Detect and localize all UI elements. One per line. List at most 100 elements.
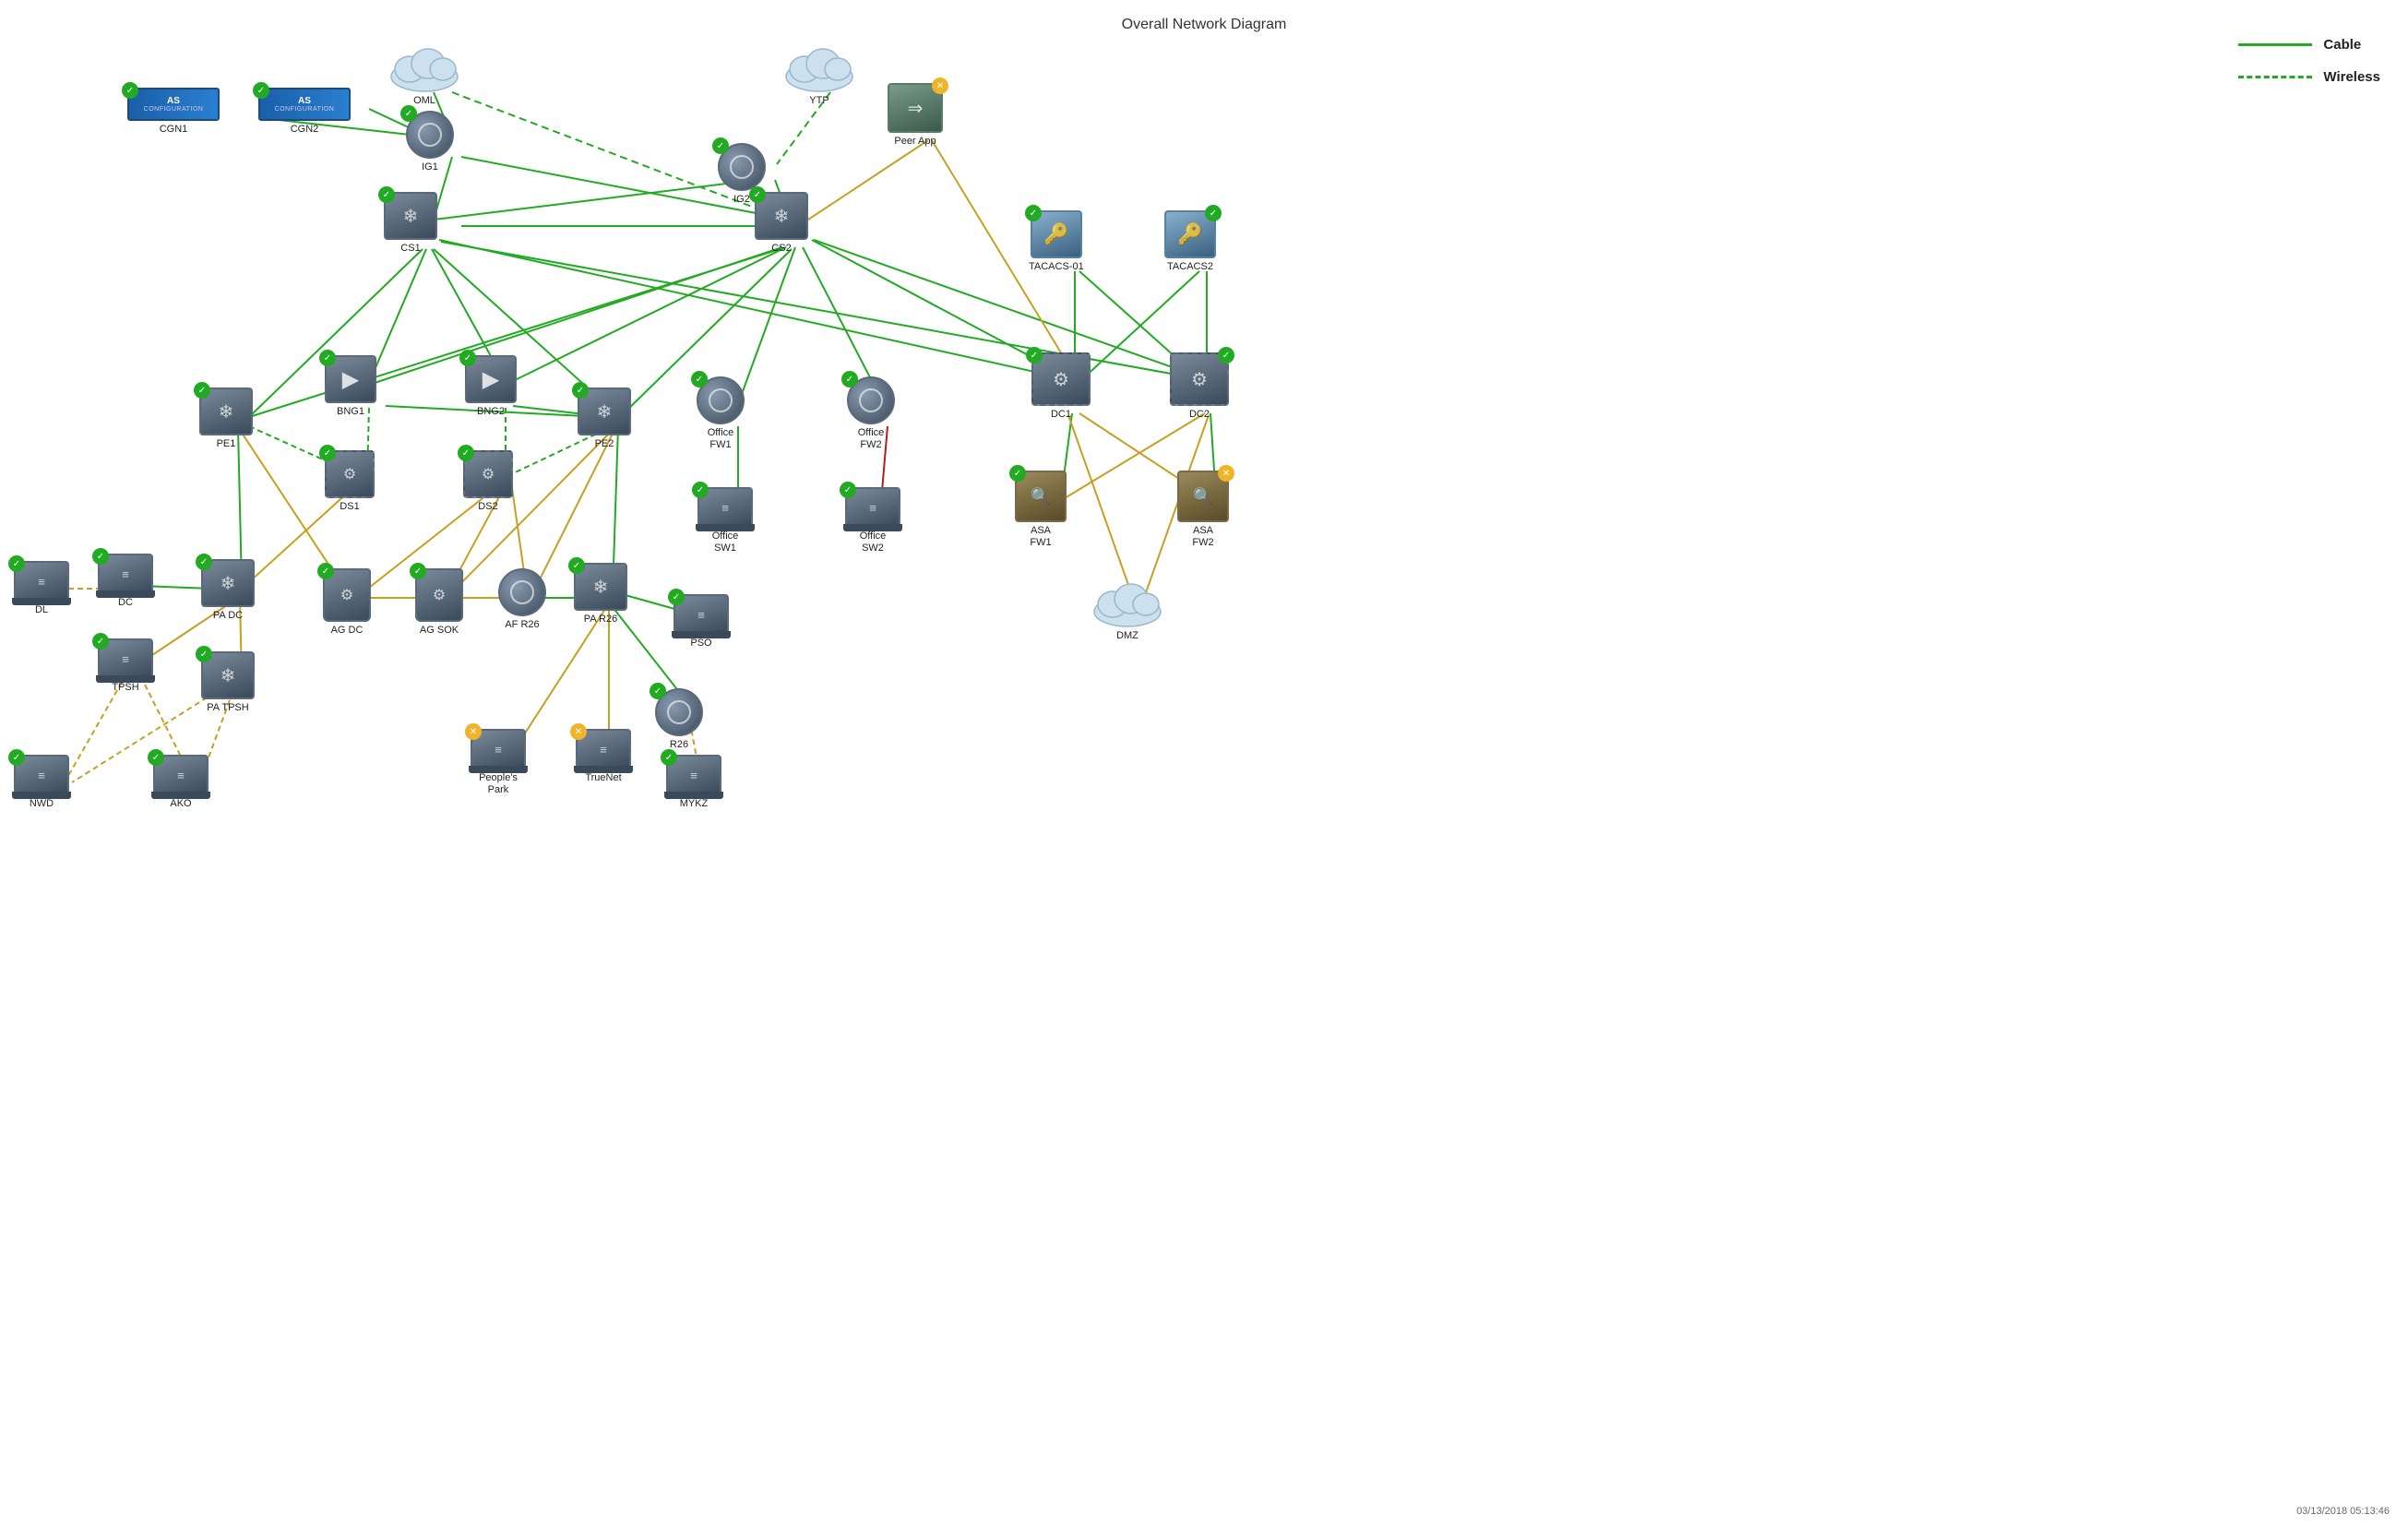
node-cgn1: ✓ AS CONFIGURATION CGN1	[127, 88, 220, 136]
ds2-status: ✓	[458, 445, 474, 461]
tacacs01-label: TACACS-01	[1029, 261, 1084, 273]
pa-dc-label: PA DC	[213, 610, 243, 622]
cgn2-icon: AS CONFIGURATION	[258, 88, 351, 121]
pe1-status: ✓	[194, 382, 210, 399]
office-fw1-label: OfficeFW1	[708, 427, 734, 451]
office-sw2-status: ✓	[840, 482, 856, 498]
ig1-label: IG1	[422, 161, 438, 173]
dc-status: ✓	[92, 548, 109, 565]
asa-fw1-status: ✓	[1009, 465, 1026, 482]
legend: Cable Wireless	[2238, 37, 2380, 85]
node-cs2: ✓ ❄ CS2	[755, 192, 808, 255]
tacacs2-status: ✓	[1205, 205, 1222, 221]
node-peer-app: ✕ ⇒ Peer App	[888, 83, 943, 148]
bng1-label: BNG1	[337, 406, 364, 418]
node-truenet: ✕ ≡ TrueNet	[576, 729, 631, 784]
mykz-status: ✓	[661, 749, 677, 766]
cable-line-icon	[2238, 43, 2312, 46]
pso-status: ✓	[668, 589, 685, 605]
node-pe2: ✓ ❄ PE2	[578, 387, 631, 450]
asa-fw1-label: ASAFW1	[1030, 525, 1051, 549]
dc2-status: ✓	[1218, 347, 1234, 364]
node-office-sw2: ✓ ≡ OfficeSW2	[845, 487, 900, 554]
node-asa-fw2: ✕ 🔍 ASAFW2	[1177, 471, 1229, 549]
pe1-label: PE1	[217, 438, 236, 450]
node-oml: OML	[387, 42, 461, 107]
node-bng1: ✓ ▶ BNG1	[325, 355, 376, 418]
cs2-status: ✓	[749, 186, 766, 203]
office-sw1-status: ✓	[692, 482, 709, 498]
office-fw1-status: ✓	[691, 371, 708, 387]
node-pa-r26: ✓ ❄ PA R26	[574, 563, 627, 626]
node-office-sw1: ✓ ≡ OfficeSW1	[697, 487, 753, 554]
node-cgn2: ✓ AS CONFIGURATION CGN2	[258, 88, 351, 136]
cgn2-status: ✓	[253, 82, 269, 99]
node-tacacs2: ✓ 🔑 TACACS2	[1164, 210, 1216, 273]
office-fw2-label: OfficeFW2	[858, 427, 885, 451]
node-asa-fw1: ✓ 🔍 ASAFW1	[1015, 471, 1067, 549]
af-r26-label: AF R26	[505, 619, 539, 631]
legend-wireless: Wireless	[2238, 69, 2380, 85]
tpsh-status: ✓	[92, 633, 109, 650]
node-cs1: ✓ ❄ CS1	[384, 192, 437, 255]
bng2-label: BNG2	[477, 406, 505, 418]
dl-status: ✓	[8, 555, 25, 572]
tacacs01-status: ✓	[1025, 205, 1042, 221]
office-fw2-status: ✓	[841, 371, 858, 387]
node-ako: ✓ ≡ AKO	[153, 755, 209, 810]
truenet-label: TrueNet	[585, 772, 621, 784]
peoples-park-status: ✕	[465, 723, 482, 740]
cs1-status: ✓	[378, 186, 395, 203]
cgn1-icon: AS CONFIGURATION	[127, 88, 220, 121]
node-bng2: ✓ ▶ BNG2	[465, 355, 517, 418]
dc1-status: ✓	[1026, 347, 1043, 364]
bng1-status: ✓	[319, 350, 336, 366]
cloud-dmz-icon	[1091, 577, 1164, 627]
dc-label: DC	[118, 597, 133, 609]
tacacs2-label: TACACS2	[1167, 261, 1213, 273]
pa-r26-label: PA R26	[584, 614, 618, 626]
cloud-ytp-icon	[782, 42, 856, 92]
pa-tpsh-status: ✓	[196, 646, 212, 662]
cgn1-label: CGN1	[160, 124, 188, 136]
pa-tpsh-label: PA TPSH	[207, 702, 248, 714]
ds1-status: ✓	[319, 445, 336, 461]
page-title: Overall Network Diagram	[1122, 17, 1287, 33]
cs2-label: CS2	[771, 243, 791, 255]
node-pa-tpsh: ✓ ❄ PA TPSH	[201, 651, 255, 714]
truenet-status: ✕	[570, 723, 587, 740]
node-dmz: DMZ	[1091, 577, 1164, 642]
peer-app-status: ✕	[932, 77, 948, 94]
node-pso: ✓ ≡ PSO	[674, 594, 729, 650]
cs1-label: CS1	[400, 243, 420, 255]
cgn2-label: CGN2	[291, 124, 319, 136]
dc2-label: DC2	[1189, 409, 1210, 421]
bng2-status: ✓	[459, 350, 476, 366]
pa-r26-status: ✓	[568, 557, 585, 574]
r26-status: ✓	[650, 683, 666, 699]
nwd-label: NWD	[30, 798, 54, 810]
cgn1-status: ✓	[122, 82, 138, 99]
pe2-label: PE2	[595, 438, 614, 450]
pe2-status: ✓	[572, 382, 589, 399]
node-tpsh: ✓ ≡ TPSH	[98, 638, 153, 694]
dl-label: DL	[35, 604, 48, 616]
ig2-status: ✓	[712, 137, 729, 154]
node-ds1: ✓ ⚙ DS1	[325, 450, 375, 513]
node-dc2: ✓ ⚙ DC2	[1170, 352, 1229, 421]
asa-fw2-label: ASAFW2	[1192, 525, 1213, 549]
node-ytp: YTP	[782, 42, 856, 107]
node-peoples-park: ✕ ≡ People'sPark	[471, 729, 526, 796]
node-nwd: ✓ ≡ NWD	[14, 755, 69, 810]
diagram-container: Overall Network Diagram Cable Wireless	[0, 0, 2408, 1526]
peoples-park-label: People'sPark	[479, 772, 518, 796]
node-dl: ✓ ≡ DL	[14, 561, 69, 616]
ds1-label: DS1	[340, 501, 359, 513]
ako-status: ✓	[148, 749, 164, 766]
node-pa-dc: ✓ ❄ PA DC	[201, 559, 255, 622]
tpsh-label: TPSH	[112, 682, 138, 694]
office-sw2-label: OfficeSW2	[860, 531, 887, 554]
cable-label: Cable	[2323, 37, 2361, 53]
node-ds2: ✓ ⚙ DS2	[463, 450, 513, 513]
legend-cable: Cable	[2238, 37, 2380, 53]
